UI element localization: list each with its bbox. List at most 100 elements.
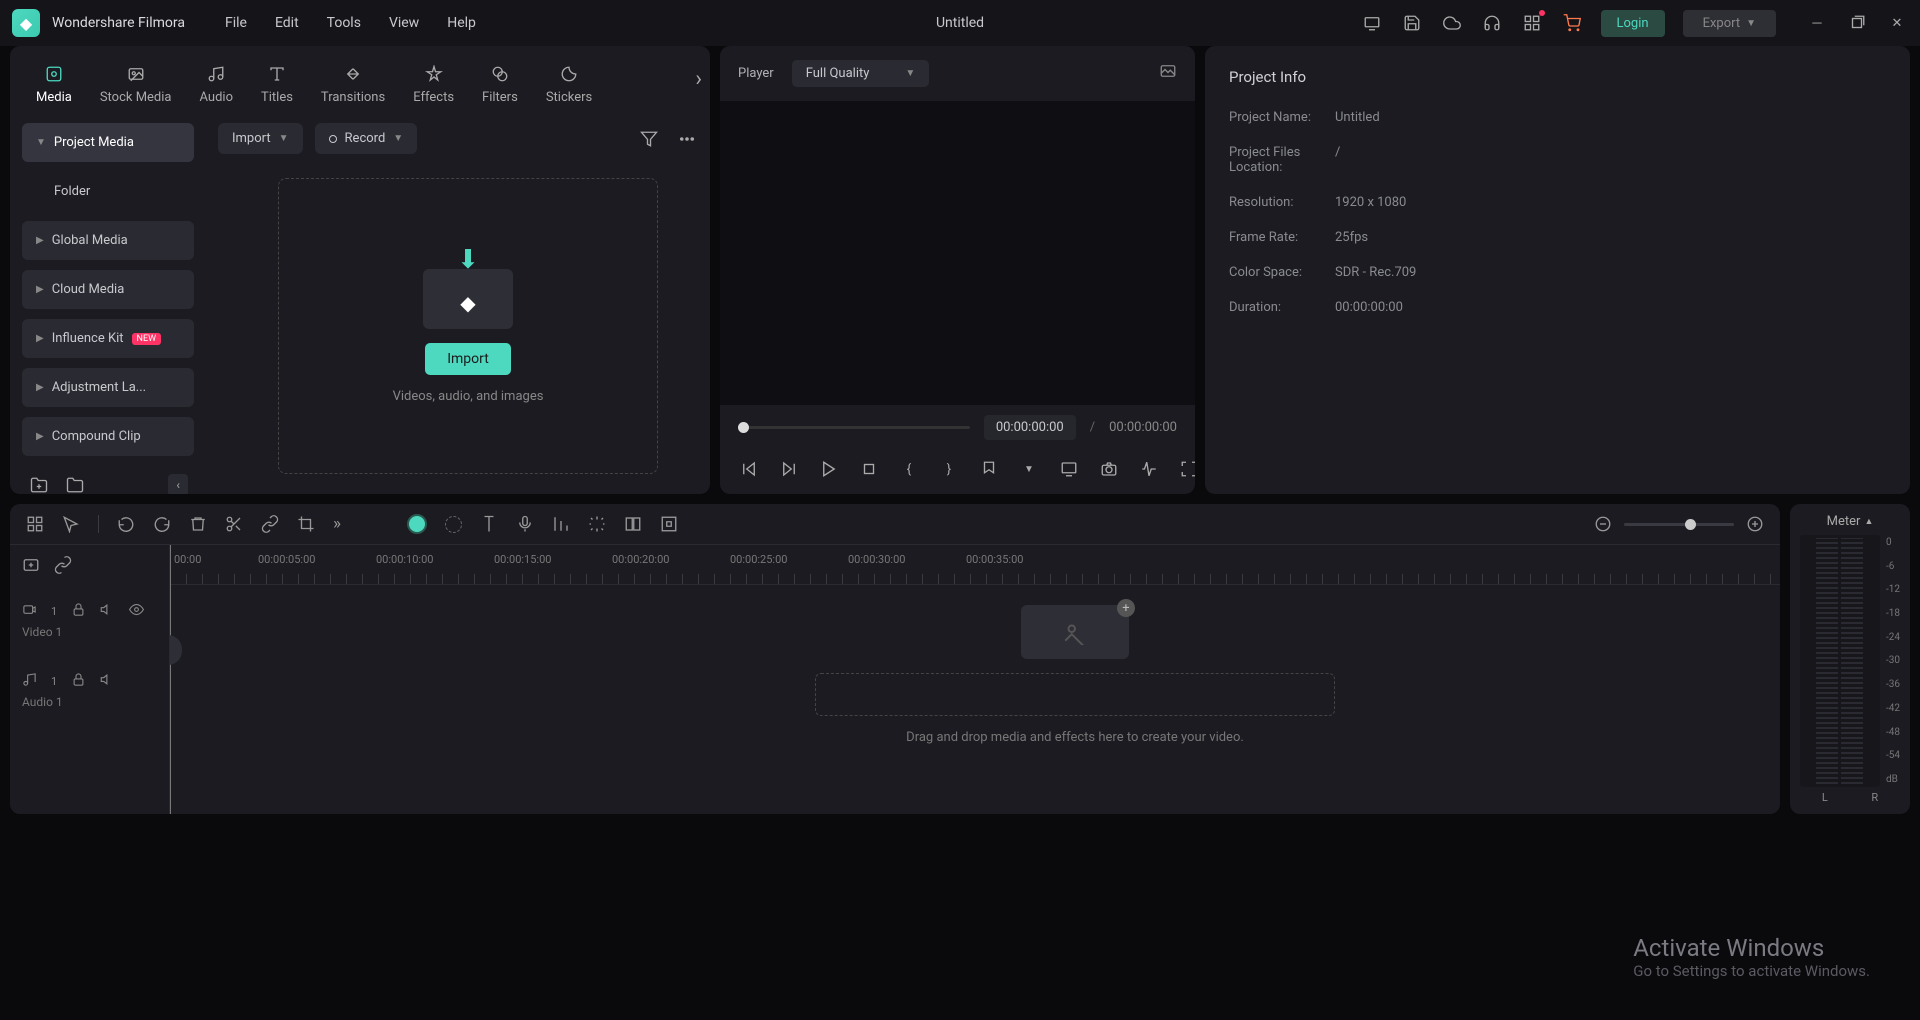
tab-media[interactable]: Media (24, 56, 84, 111)
more-icon[interactable] (676, 128, 698, 150)
sidebar-project-media[interactable]: ▼Project Media (22, 123, 194, 162)
tab-audio[interactable]: Audio (188, 56, 245, 111)
sidebar-influence-kit[interactable]: ▶Influence KitNEW (22, 319, 194, 358)
tab-stickers[interactable]: Stickers (534, 56, 604, 111)
timeline-drop-outline (815, 673, 1335, 716)
tab-filters[interactable]: Filters (470, 56, 530, 111)
menu-tools[interactable]: Tools (327, 15, 361, 31)
audio-mixer-icon[interactable] (552, 515, 570, 533)
keyframe-icon[interactable] (445, 516, 462, 533)
menu-help[interactable]: Help (447, 15, 476, 31)
export-button[interactable]: Export▼ (1683, 10, 1776, 37)
ai-icon[interactable] (407, 514, 427, 534)
folder-icon[interactable] (64, 474, 86, 494)
zoom-in-icon[interactable] (1746, 515, 1764, 533)
visibility-icon[interactable] (129, 602, 144, 621)
mark-out-icon[interactable]: } (938, 458, 960, 480)
prev-frame-icon[interactable] (738, 458, 760, 480)
cloud-icon[interactable] (1441, 12, 1463, 34)
tab-effects[interactable]: Effects (401, 56, 466, 111)
mute-icon[interactable] (100, 672, 115, 691)
fit-icon[interactable] (660, 515, 678, 533)
fullscreen-icon[interactable] (1178, 458, 1195, 480)
app-name: Wondershare Filmora (52, 15, 185, 31)
preview-viewport[interactable] (720, 101, 1195, 405)
sidebar-global-media[interactable]: ▶Global Media (22, 221, 194, 260)
record-dropdown[interactable]: Record▼ (315, 123, 418, 154)
sidebar-compound-clip[interactable]: ▶Compound Clip (22, 417, 194, 456)
tab-titles[interactable]: Titles (249, 56, 305, 111)
menu-view[interactable]: View (389, 15, 419, 31)
menu-edit[interactable]: Edit (275, 15, 299, 31)
login-button[interactable]: Login (1601, 10, 1665, 37)
headphones-icon[interactable] (1481, 12, 1503, 34)
marker-icon[interactable] (978, 458, 1000, 480)
save-icon[interactable] (1401, 12, 1423, 34)
media-content: Import▼ Record▼ ⬇ ◆ Import Videos, audio… (206, 111, 710, 494)
render-icon[interactable] (588, 515, 606, 533)
tab-transitions[interactable]: Transitions (309, 56, 397, 111)
timeline-dropzone[interactable]: Drag and drop media and effects here to … (470, 605, 1680, 745)
video-track-header[interactable]: 1 Video 1 (10, 585, 169, 655)
timeline-ruler[interactable]: 00:00 00:00:05:00 00:00:10:00 00:00:15:0… (170, 545, 1780, 585)
lock-icon[interactable] (71, 672, 86, 691)
import-dropdown[interactable]: Import▼ (218, 123, 303, 154)
redo-icon[interactable] (153, 515, 171, 533)
playhead[interactable] (170, 545, 171, 814)
zoom-slider[interactable] (1624, 523, 1734, 526)
import-dropzone[interactable]: ⬇ ◆ Import Videos, audio, and images (278, 178, 658, 474)
mute-icon[interactable] (100, 602, 115, 621)
zoom-out-icon[interactable] (1594, 515, 1612, 533)
lock-icon[interactable] (71, 602, 86, 621)
camera-icon[interactable] (1098, 458, 1120, 480)
import-button[interactable]: Import (425, 343, 511, 375)
chevron-right-icon: ▶ (36, 284, 44, 295)
minimize-icon[interactable]: ─ (1806, 12, 1828, 34)
maximize-icon[interactable] (1846, 12, 1868, 34)
split-view-icon[interactable] (624, 515, 642, 533)
total-timecode: 00:00:00:00 (1109, 420, 1177, 435)
display-icon[interactable] (1058, 458, 1080, 480)
chevron-right-icon: ▶ (36, 431, 44, 442)
chevron-down-icon[interactable]: ▼ (1018, 458, 1040, 480)
apps-icon[interactable] (1521, 12, 1543, 34)
audio-track-header[interactable]: 1 Audio 1 (10, 655, 169, 725)
menu-file[interactable]: File (225, 15, 247, 31)
cursor-icon[interactable] (62, 515, 80, 533)
mic-icon[interactable] (516, 515, 534, 533)
timeline-tracks[interactable]: 00:00 00:00:05:00 00:00:10:00 00:00:15:0… (170, 545, 1780, 814)
tab-stock-media[interactable]: Stock Media (88, 56, 184, 111)
new-folder-icon[interactable] (28, 474, 50, 494)
close-icon[interactable]: ✕ (1886, 12, 1908, 34)
grid-icon[interactable] (26, 515, 44, 533)
playhead-handle[interactable] (170, 635, 182, 665)
scrub-slider[interactable] (738, 426, 970, 429)
audio-scope-icon[interactable] (1138, 458, 1160, 480)
tab-scroll-right-icon[interactable]: › (695, 66, 702, 91)
play-icon[interactable] (818, 458, 840, 480)
crop-icon[interactable] (297, 515, 315, 533)
collapse-sidebar-icon[interactable]: ‹ (168, 474, 188, 494)
device-icon[interactable] (1361, 12, 1383, 34)
cut-icon[interactable] (225, 515, 243, 533)
link-icon[interactable] (261, 515, 279, 533)
stop-icon[interactable] (858, 458, 880, 480)
sidebar-adjustment-layer[interactable]: ▶Adjustment La... (22, 368, 194, 407)
add-track-icon[interactable] (22, 556, 40, 574)
quality-select[interactable]: Full Quality▼ (792, 60, 930, 87)
link-tracks-icon[interactable] (54, 556, 72, 574)
meter-title[interactable]: Meter▲ (1800, 514, 1900, 529)
sidebar-cloud-media[interactable]: ▶Cloud Media (22, 270, 194, 309)
snapshot-icon[interactable] (1159, 62, 1177, 85)
zoom-head[interactable] (1685, 519, 1696, 530)
cart-icon[interactable] (1561, 12, 1583, 34)
more-tools-icon[interactable]: » (333, 514, 341, 534)
delete-icon[interactable] (189, 515, 207, 533)
scrub-head[interactable] (738, 422, 749, 433)
skip-back-icon[interactable] (778, 458, 800, 480)
sidebar-folder[interactable]: Folder (22, 172, 194, 211)
undo-icon[interactable] (117, 515, 135, 533)
mark-in-icon[interactable]: { (898, 458, 920, 480)
marker-tool-icon[interactable] (480, 515, 498, 533)
filter-icon[interactable] (638, 128, 660, 150)
